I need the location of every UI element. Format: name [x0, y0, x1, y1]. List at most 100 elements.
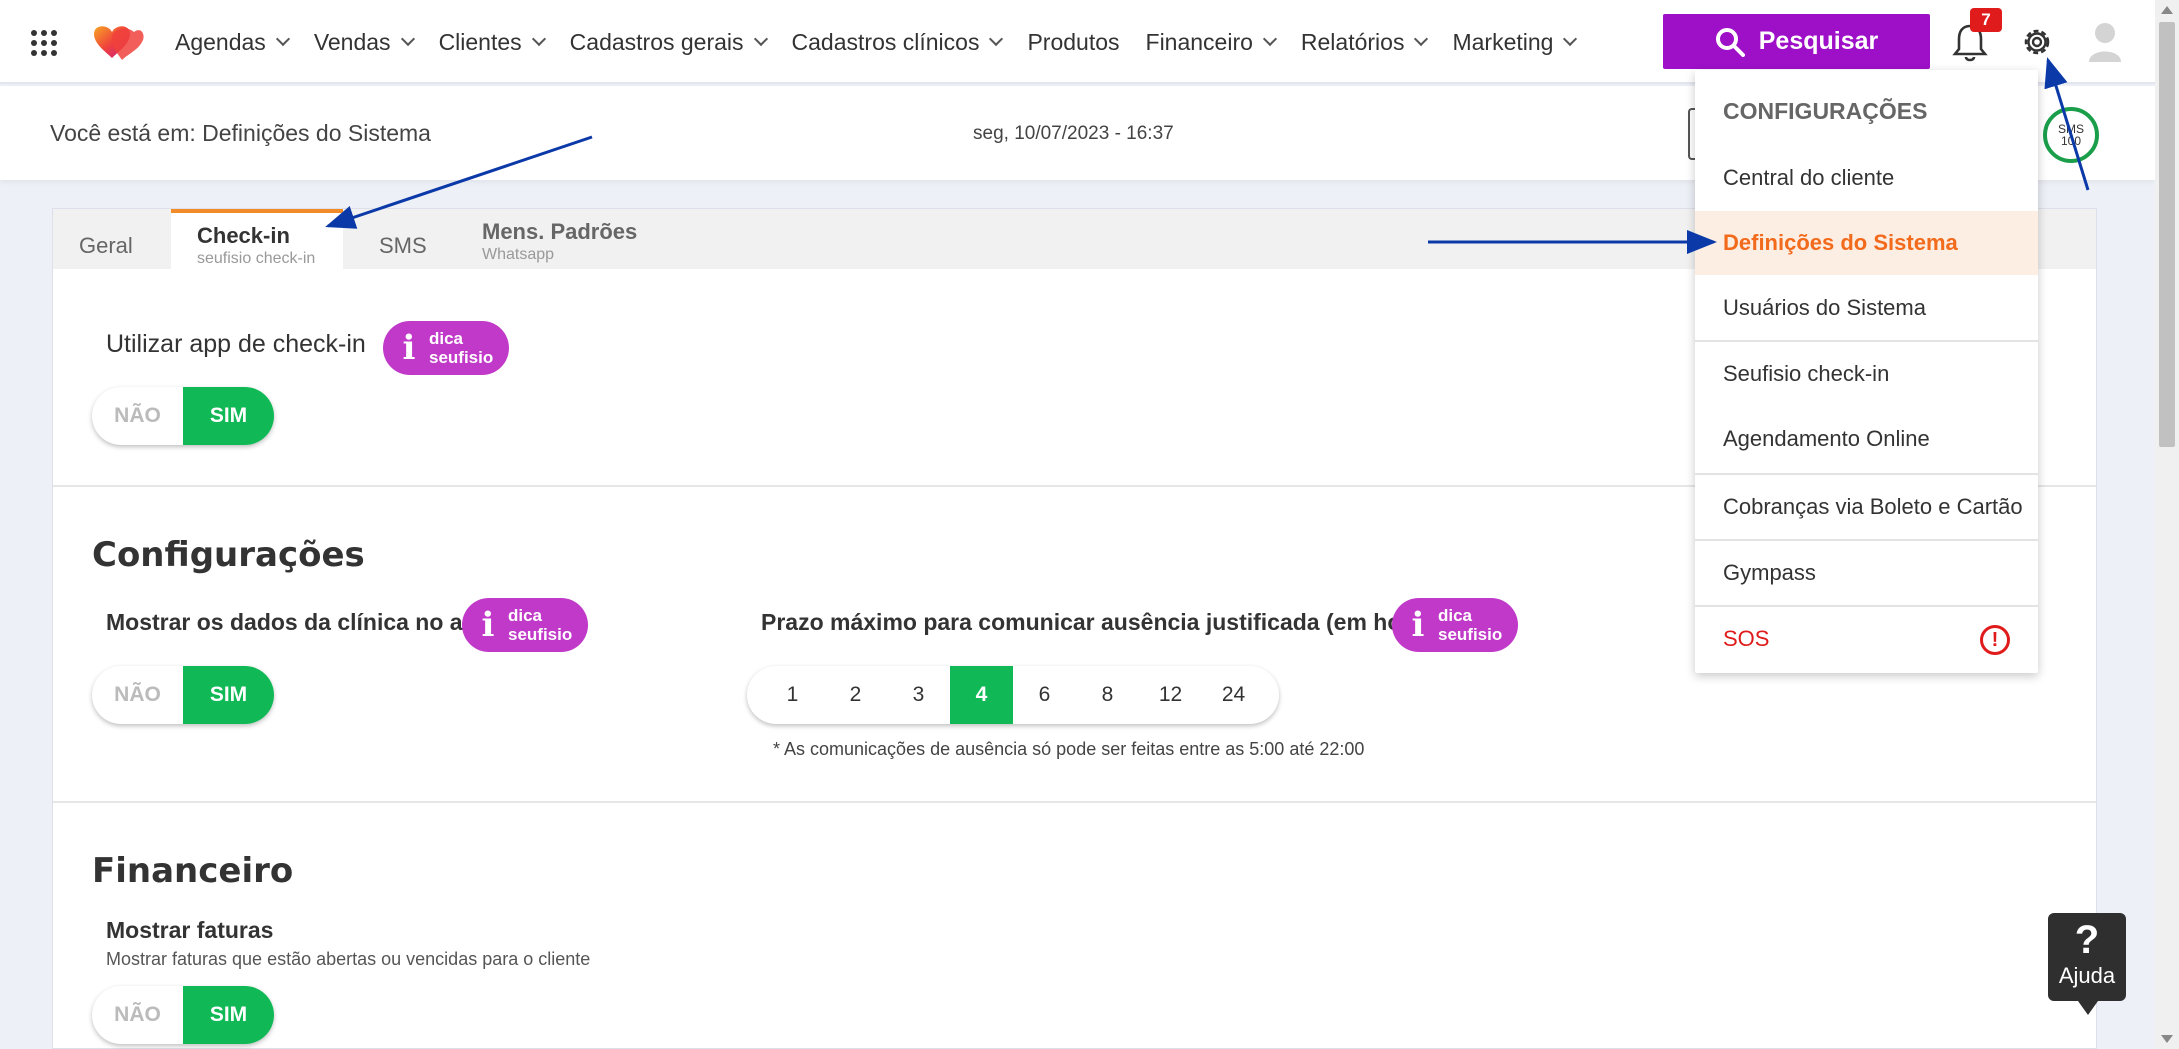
hour-option-selected[interactable]: 4 [950, 666, 1013, 724]
show-invoices-description: Mostrar faturas que estão abertas ou ven… [106, 949, 591, 969]
chevron-down-icon [531, 31, 546, 47]
tab-geral[interactable]: Geral [53, 209, 159, 269]
show-invoices-toggle[interactable]: NÃO SIM [92, 986, 274, 1044]
toggle-yes-option[interactable]: SIM [183, 666, 274, 724]
search-button[interactable]: Pesquisar [1663, 14, 1930, 69]
sms-credits-indicator[interactable]: SMS 100 [2043, 107, 2099, 163]
nav-label: Cadastros gerais [569, 28, 744, 55]
breadcrumb: Você está em: Definições do Sistema [50, 120, 431, 146]
info-icon: i [481, 605, 495, 645]
section-title-financeiro: Financeiro [92, 851, 294, 891]
user-avatar-icon[interactable] [2087, 20, 2123, 64]
tab-label: SMS [379, 233, 427, 258]
tab-label: Geral [79, 233, 133, 258]
notification-count-badge: 7 [1970, 8, 2002, 32]
show-invoices-label: Mostrar faturas [106, 917, 274, 943]
hour-option[interactable]: 1 [761, 666, 824, 724]
hour-option[interactable]: 8 [1076, 666, 1139, 724]
hour-option[interactable]: 24 [1202, 666, 1265, 724]
dica-label: dica seufisio [429, 329, 494, 367]
dica-label: dica seufisio [508, 606, 573, 644]
toggle-no-option[interactable]: NÃO [92, 986, 183, 1044]
use-checkin-app-label: Utilizar app de check-in [106, 330, 366, 358]
tab-check-in[interactable]: Check-in seufisio check-in [171, 209, 343, 269]
tab-sublabel: Whatsapp [482, 246, 555, 263]
menu-item-definicoes-do-sistema[interactable]: Definições do Sistema [1695, 211, 2038, 275]
menu-item-sos[interactable]: SOS ! [1695, 607, 2038, 671]
toggle-yes-option[interactable]: SIM [183, 986, 274, 1044]
tab-label: Mens. Padrões [482, 219, 638, 244]
scrollbar-thumb[interactable] [2159, 22, 2175, 447]
absence-time-note: * As comunicações de ausência só pode se… [773, 739, 1365, 759]
question-mark-icon: ? [2074, 918, 2100, 962]
sos-label: SOS [1723, 626, 1770, 651]
nav-cadastros-gerais[interactable]: Cadastros gerais [569, 28, 768, 56]
absence-hours-selector: 1 2 3 4 6 8 12 24 [747, 666, 1279, 724]
dropdown-title: CONFIGURAÇÕES [1723, 98, 1928, 124]
menu-item-gympass[interactable]: Gympass [1695, 541, 2038, 605]
nav-clientes[interactable]: Clientes [438, 28, 546, 56]
menu-item-seufisio-check-in[interactable]: Seufisio check-in [1695, 342, 2038, 406]
nav-label: Financeiro [1145, 28, 1253, 55]
hour-option[interactable]: 6 [1013, 666, 1076, 724]
tab-sms[interactable]: SMS [353, 209, 453, 269]
hour-option[interactable]: 12 [1139, 666, 1202, 724]
dica-seufisio-button[interactable]: i dica seufisio [462, 598, 588, 652]
toggle-no-option[interactable]: NÃO [92, 387, 183, 445]
nav-agendas[interactable]: Agendas [175, 28, 290, 56]
toggle-yes-option[interactable]: SIM [183, 387, 274, 445]
chevron-down-icon [753, 31, 768, 47]
info-icon: i [1411, 605, 1425, 645]
divider [53, 801, 2096, 803]
tab-mens-padroes[interactable]: Mens. Padrões Whatsapp [456, 209, 663, 269]
chevron-down-icon [1262, 31, 1277, 47]
nav-relatorios[interactable]: Relatórios [1300, 28, 1429, 56]
chevron-down-icon [275, 31, 290, 47]
chevron-down-icon [400, 31, 415, 47]
hour-option[interactable]: 2 [824, 666, 887, 724]
chevron-down-icon [1414, 31, 1429, 47]
nav-label: Cadastros clínicos [791, 28, 980, 55]
dica-seufisio-button[interactable]: i dica seufisio [383, 321, 509, 375]
chevron-down-icon [1563, 31, 1578, 47]
menu-item-central-do-cliente[interactable]: Central do cliente [1695, 146, 2038, 210]
nav-label: Relatórios [1300, 28, 1405, 55]
current-datetime: seg, 10/07/2023 - 16:37 [973, 123, 1174, 144]
nav-marketing[interactable]: Marketing [1452, 29, 1578, 56]
settings-dropdown-menu: CONFIGURAÇÕES Central do cliente Definiç… [1695, 70, 2038, 673]
chevron-down-icon [989, 31, 1004, 47]
toggle-no-option[interactable]: NÃO [92, 666, 183, 724]
absence-deadline-label: Prazo máximo para comunicar ausência jus… [761, 609, 1444, 635]
tab-label: Check-in [197, 223, 290, 248]
gear-icon[interactable] [2019, 24, 2055, 60]
help-label: Ajuda [2058, 963, 2116, 988]
nav-financeiro[interactable]: Financeiro [1145, 28, 1277, 56]
menu-item-cobrancas[interactable]: Cobranças via Boleto e Cartão [1695, 475, 2038, 539]
nav-label: Produtos [1027, 28, 1120, 55]
section-title-configuracoes: Configurações [92, 535, 365, 575]
hour-option[interactable]: 3 [887, 666, 950, 724]
nav-vendas[interactable]: Vendas [314, 29, 415, 56]
help-button[interactable]: ? Ajuda [2048, 913, 2126, 1015]
show-clinic-data-toggle[interactable]: NÃO SIM [92, 666, 274, 724]
dica-seufisio-button[interactable]: i dica seufisio [1392, 598, 1518, 652]
search-icon [1715, 27, 1745, 57]
menu-item-usuarios-do-sistema[interactable]: Usuários do Sistema [1695, 276, 2038, 340]
info-icon: i [402, 328, 416, 368]
brand-logo[interactable] [90, 22, 146, 62]
show-clinic-data-label: Mostrar os dados da clínica no app [106, 609, 491, 635]
scroll-up-arrow-icon[interactable] [2161, 6, 2173, 14]
scroll-down-arrow-icon[interactable] [2161, 1035, 2173, 1043]
tab-sublabel: seufisio check-in [197, 250, 316, 267]
dica-label: dica seufisio [1438, 606, 1503, 644]
nav-cadastros-clinicos[interactable]: Cadastros clínicos [791, 28, 1004, 56]
apps-grid-icon[interactable] [31, 30, 57, 56]
sms-count: 100 [2060, 134, 2082, 148]
nav-label: Clientes [438, 28, 522, 55]
menu-item-agendamento-online[interactable]: Agendamento Online [1695, 407, 2038, 471]
vertical-scrollbar[interactable] [2155, 0, 2179, 1049]
use-checkin-app-toggle[interactable]: NÃO SIM [92, 387, 274, 445]
search-button-label: Pesquisar [1758, 27, 1879, 55]
nav-label: Agendas [175, 28, 266, 55]
nav-produtos[interactable]: Produtos [1027, 29, 1119, 56]
